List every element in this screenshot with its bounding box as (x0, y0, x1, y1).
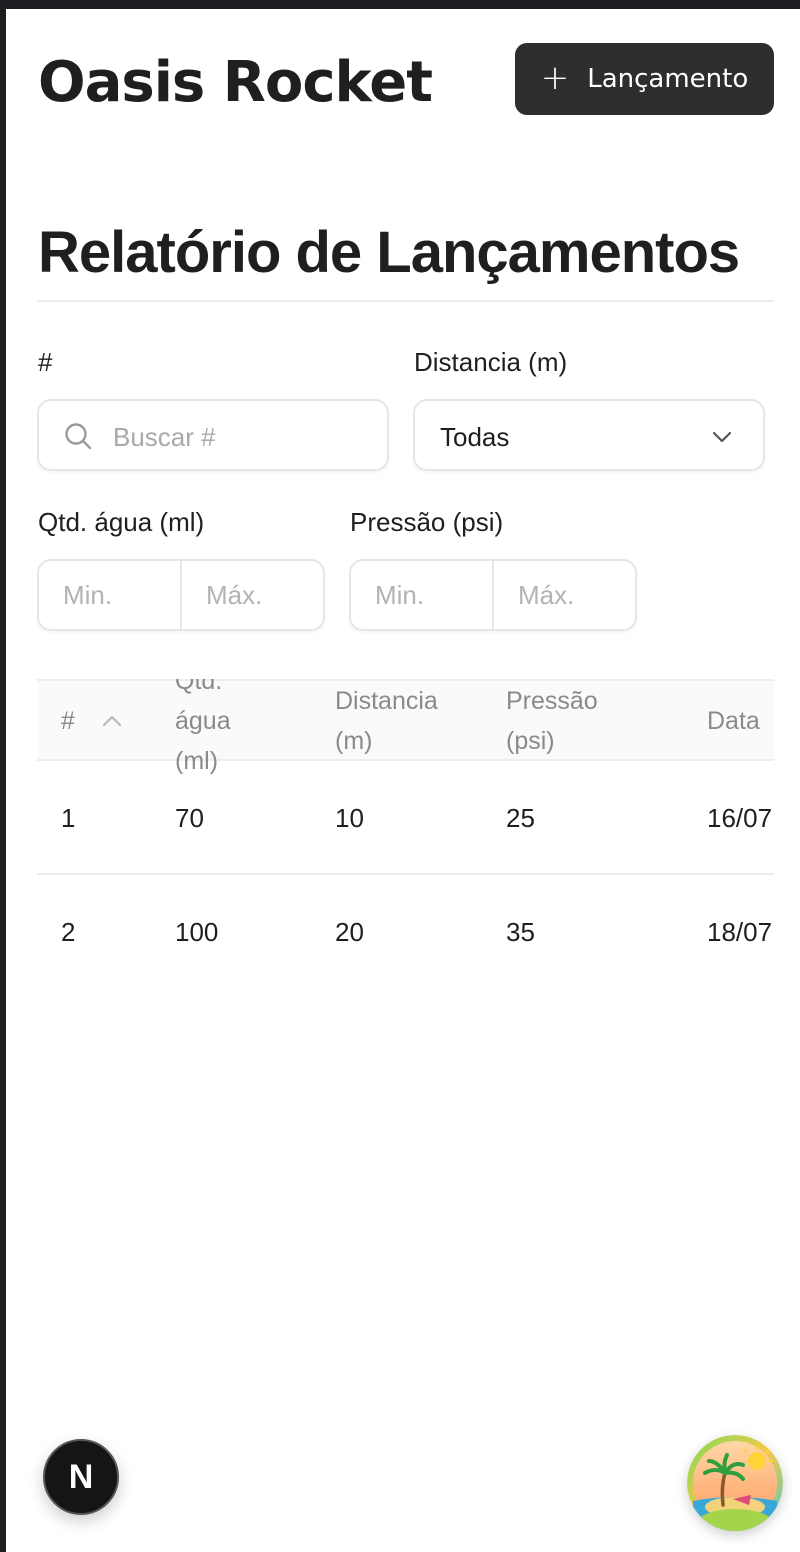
chevron-up-icon (102, 715, 122, 727)
column-header-distance-line1: Distancia (335, 687, 438, 715)
column-header-id-label: # (61, 707, 75, 735)
id-search-input[interactable] (111, 411, 375, 463)
plus-icon: + (540, 57, 570, 98)
chevron-down-icon (712, 431, 732, 443)
distance-select[interactable]: Todas (413, 399, 765, 471)
brand-logo: Oasis Rocket (38, 50, 433, 115)
column-header-water-line1: Qtd. (175, 679, 223, 695)
user-avatar[interactable] (687, 1435, 783, 1531)
water-filter-label: Qtd. água (ml) (38, 507, 205, 537)
column-header-water-line2: água (175, 707, 231, 735)
cell-pressure: 35 (506, 917, 535, 947)
table-row[interactable]: 1 70 10 25 16/07 (37, 761, 774, 875)
app-window: Oasis Rocket + Lançamento Relatório de L… (6, 9, 800, 1552)
palm-island-avatar-icon (687, 1435, 783, 1531)
column-header-distance-line2: (m) (335, 727, 373, 755)
cell-id: 1 (61, 803, 76, 833)
cell-pressure: 25 (506, 803, 535, 833)
distance-filter-label: Distancia (m) (414, 347, 568, 377)
distance-select-value: Todas (440, 422, 510, 452)
water-min-input[interactable] (39, 561, 180, 629)
cell-distance: 20 (335, 917, 364, 947)
pressure-max-input[interactable] (492, 561, 635, 629)
page-title: Relatório de Lançamentos (38, 220, 740, 285)
table-row[interactable]: 2 100 20 35 18/07 (37, 875, 774, 989)
new-launch-button[interactable]: + Lançamento (515, 43, 774, 115)
water-range-field[interactable] (37, 559, 325, 631)
column-header-date-label: Data (707, 707, 760, 735)
cell-water: 70 (175, 803, 204, 833)
table-header: # Qtd. água (ml) Distancia (m) Pressão (… (37, 679, 774, 775)
water-max-input[interactable] (180, 561, 323, 629)
cell-water: 100 (175, 917, 219, 947)
id-filter-label: # (38, 347, 53, 377)
pressure-range-field[interactable] (349, 559, 637, 631)
dev-tools-badge[interactable]: N (43, 1439, 119, 1515)
cell-distance: 10 (335, 803, 364, 833)
cell-date: 18/07 (707, 917, 773, 947)
new-launch-button-label: Lançamento (587, 64, 749, 94)
column-header-pressure-line1: Pressão (506, 687, 598, 715)
launches-table: # Qtd. água (ml) Distancia (m) Pressão (… (37, 679, 774, 999)
pressure-min-input[interactable] (351, 561, 492, 629)
cell-date: 16/07 (707, 803, 773, 833)
id-search-field[interactable] (37, 399, 389, 471)
column-header-pressure-line2: (psi) (506, 727, 555, 755)
pressure-filter-label: Pressão (psi) (350, 507, 504, 537)
title-divider (37, 300, 774, 302)
search-icon (65, 423, 92, 450)
cell-id: 2 (61, 917, 76, 947)
